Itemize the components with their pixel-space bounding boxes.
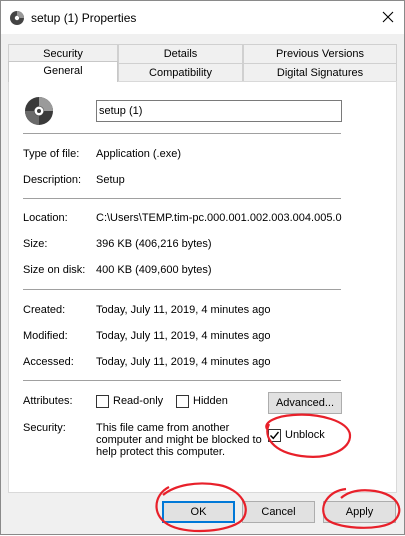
location-value: C:\Users\TEMP.tim-pc.000.001.002.003.004… [96,212,342,224]
security-message-line2: computer and might be blocked to [96,434,262,446]
window-title: setup (1) Properties [31,11,137,25]
security-label: Security: [23,422,66,434]
apply-button[interactable]: Apply [323,501,396,523]
size-on-disk-label: Size on disk: [23,264,86,276]
advanced-button[interactable]: Advanced... [268,392,342,414]
separator [23,198,341,199]
separator [23,289,341,290]
cd-disc-icon [10,11,24,25]
cancel-button[interactable]: Cancel [242,501,315,523]
type-label: Type of file: [23,148,80,160]
tab-previous-versions[interactable]: Previous Versions [243,44,397,63]
type-value: Application (.exe) [96,148,181,160]
unblock-label: Unblock [285,429,325,441]
created-label: Created: [23,304,66,316]
accessed-label: Accessed: [23,356,74,368]
properties-dialog: setup (1) Properties Security Details Pr… [0,0,405,535]
readonly-checkbox[interactable] [96,395,109,408]
hidden-checkbox[interactable] [176,395,189,408]
location-label: Location: [23,212,68,224]
unblock-checkbox[interactable] [268,429,281,442]
separator [23,380,341,381]
tab-compatibility[interactable]: Compatibility [118,63,243,82]
separator [23,133,341,134]
modified-value: Today, July 11, 2019, 4 minutes ago [96,330,271,342]
modified-label: Modified: [23,330,68,342]
checkmark-icon [270,431,280,440]
security-message-line1: This file came from another [96,422,230,434]
tab-details[interactable]: Details [118,44,243,63]
created-value: Today, July 11, 2019, 4 minutes ago [96,304,271,316]
ok-button[interactable]: OK [162,501,235,523]
description-value: Setup [96,174,125,186]
attributes-label: Attributes: [23,395,73,407]
description-label: Description: [23,174,82,186]
close-button[interactable] [372,1,404,33]
tab-general[interactable]: General [8,61,118,82]
size-on-disk-value: 400 KB (409,600 bytes) [96,264,212,276]
file-name-field[interactable] [96,100,342,122]
accessed-value: Today, July 11, 2019, 4 minutes ago [96,356,271,368]
tab-digital-signatures[interactable]: Digital Signatures [243,63,397,82]
readonly-label: Read-only [113,395,164,407]
general-tab-panel: Type of file: Application (.exe) Descrip… [8,81,397,493]
security-message-line3: help protect this computer. [96,446,226,458]
size-label: Size: [23,238,48,250]
cd-disc-icon [25,97,53,125]
hidden-label: Hidden [193,395,228,407]
size-value: 396 KB (406,216 bytes) [96,238,212,250]
close-icon [382,11,394,23]
title-bar: setup (1) Properties [1,1,404,34]
